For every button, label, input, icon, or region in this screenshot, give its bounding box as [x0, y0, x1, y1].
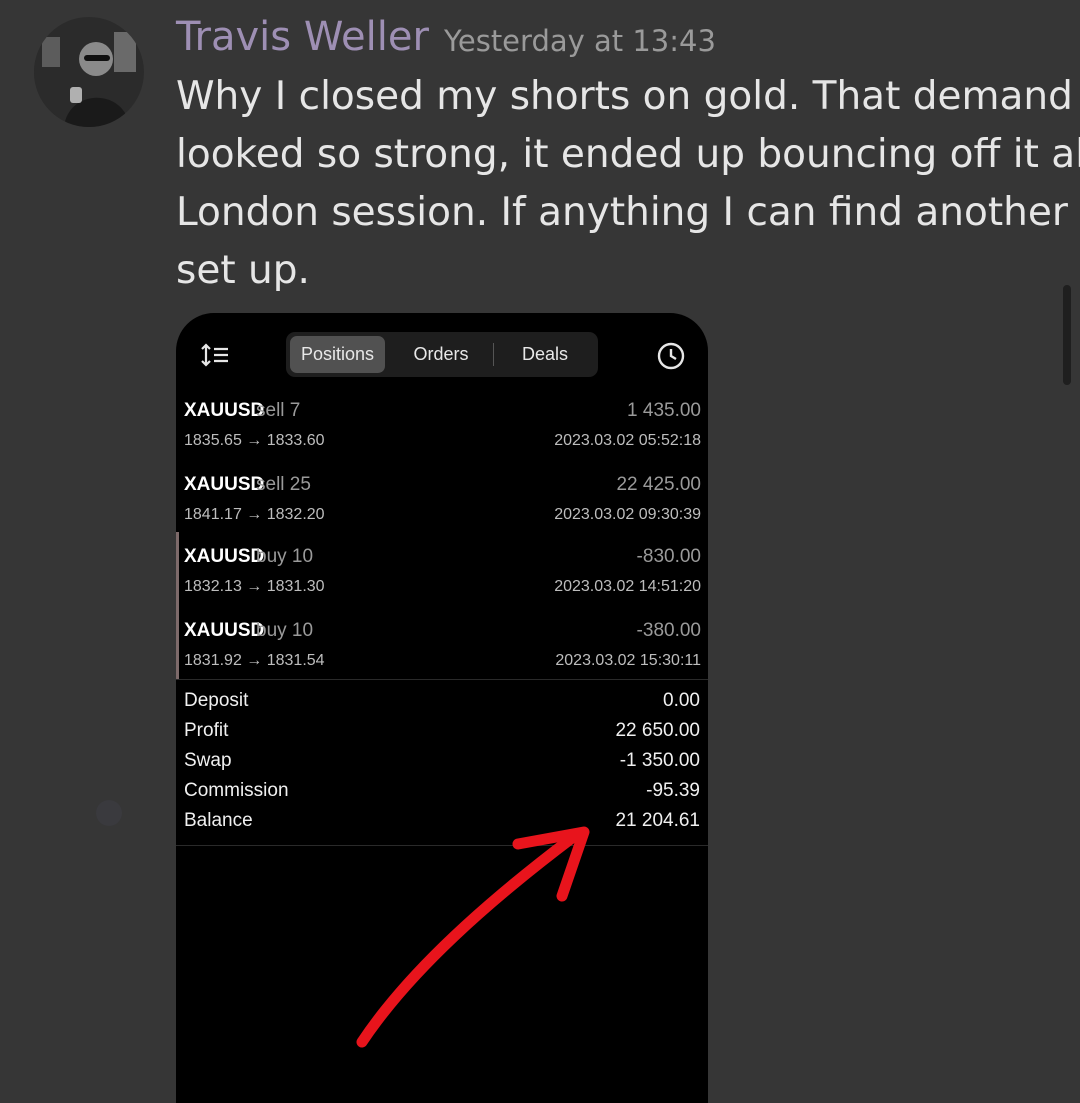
history-clock-icon[interactable]	[656, 341, 686, 371]
position-profit: -380.00	[636, 620, 701, 641]
position-profit: 22 425.00	[616, 474, 701, 495]
position-symbol: XAUUSD	[184, 546, 265, 567]
position-symbol: XAUUSD	[184, 474, 265, 495]
position-prices: 1831.92 → 1831.54	[184, 652, 325, 669]
position-time: 2023.03.02 14:51:20	[554, 578, 701, 595]
position-side: buy 10	[256, 620, 314, 641]
position-row[interactable]: XAUUSD sell 25 22 425.00 1841.17 → 1832.…	[176, 464, 708, 538]
message-line: set up.	[176, 248, 310, 293]
position-side: sell 7	[256, 400, 301, 421]
message-line: looked so strong, it ended up bouncing o…	[176, 132, 1080, 177]
tab-bar: Positions Orders Deals	[286, 332, 598, 377]
tab-positions[interactable]: Positions	[290, 336, 385, 373]
summary-row-commission: Commission -95.39	[176, 778, 708, 808]
author-name[interactable]: Travis Weller	[176, 14, 429, 60]
tab-deals[interactable]: Deals	[496, 336, 594, 373]
position-side: buy 10	[256, 546, 314, 567]
position-side: sell 25	[256, 474, 311, 495]
summary-value: 0.00	[663, 690, 700, 711]
summary-value: 21 204.61	[615, 810, 700, 831]
attached-screenshot[interactable]: Positions Orders Deals XAUUSD sell 7 1 4…	[176, 313, 708, 1103]
message-text: Why I closed my shorts on gold. That dem…	[176, 68, 1080, 300]
sort-list-icon[interactable]	[200, 343, 230, 367]
position-symbol: XAUUSD	[184, 400, 265, 421]
section-divider	[176, 845, 708, 846]
position-time: 2023.03.02 15:30:11	[555, 652, 701, 669]
tab-divider	[493, 343, 494, 366]
summary-value: -95.39	[646, 780, 700, 801]
summary-label: Commission	[184, 780, 289, 801]
position-profit: -830.00	[636, 546, 701, 567]
position-prices: 1841.17 → 1832.20	[184, 506, 325, 523]
avatar[interactable]	[34, 17, 144, 127]
summary-row-swap: Swap -1 350.00	[176, 748, 708, 778]
position-prices: 1835.65 → 1833.60	[184, 432, 325, 449]
section-divider	[176, 679, 708, 680]
position-time: 2023.03.02 05:52:18	[554, 432, 701, 449]
position-time: 2023.03.02 09:30:39	[554, 506, 701, 523]
position-symbol: XAUUSD	[184, 620, 265, 641]
message-timestamp: Yesterday at 13:43	[444, 24, 716, 58]
summary-label: Swap	[184, 750, 232, 771]
scrollbar-thumb[interactable]	[1063, 285, 1071, 385]
summary-value: -1 350.00	[619, 750, 700, 771]
tab-orders[interactable]: Orders	[392, 336, 490, 373]
message-line: Why I closed my shorts on gold. That dem…	[176, 74, 1073, 119]
summary-label: Profit	[184, 720, 229, 741]
message-line: London session. If anything I can find a…	[176, 190, 1068, 235]
position-row[interactable]: XAUUSD buy 10 -830.00 1832.13 → 1831.30 …	[176, 532, 708, 606]
position-row[interactable]: XAUUSD sell 7 1 435.00 1835.65 → 1833.60…	[176, 390, 708, 464]
summary-value: 22 650.00	[615, 720, 700, 741]
position-row[interactable]: XAUUSD buy 10 -380.00 1831.92 → 1831.54 …	[176, 606, 708, 680]
position-prices: 1832.13 → 1831.30	[184, 578, 325, 595]
summary-label: Balance	[184, 810, 253, 831]
summary-row-balance: Balance 21 204.61	[176, 808, 708, 838]
faded-avatar-placeholder	[96, 800, 122, 826]
summary-row-profit: Profit 22 650.00	[176, 718, 708, 748]
summary-row-deposit: Deposit 0.00	[176, 688, 708, 718]
position-profit: 1 435.00	[627, 400, 701, 421]
avatar-photo	[34, 17, 144, 127]
summary-label: Deposit	[184, 690, 249, 711]
